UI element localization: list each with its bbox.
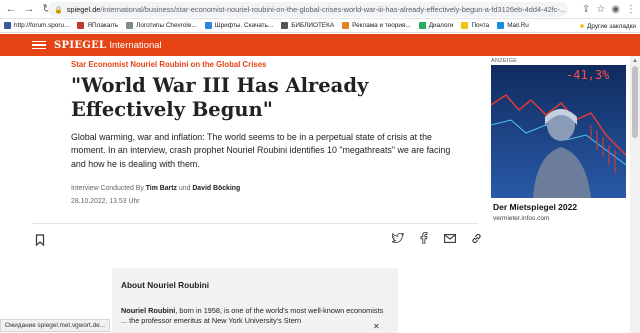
article-lede: Global warming, war and inflation: The w… — [71, 132, 451, 169]
other-bookmarks[interactable]: ■ Другие закладки — [580, 19, 636, 32]
bookmark-favicon-icon — [418, 22, 426, 29]
byline-prefix: Interview Conducted By — [71, 185, 144, 192]
bookmark-label: Шрифты. Скачать... — [214, 22, 274, 29]
site-logo[interactable]: SPIEGEL — [54, 40, 106, 51]
author-link[interactable]: David Böcking — [192, 185, 240, 192]
bookmark-favicon-icon — [342, 22, 350, 29]
byline: Interview Conducted By Tim Bartz und Dav… — [71, 185, 240, 192]
ad-source[interactable]: vermieter.infos.com — [493, 215, 549, 222]
twitter-icon[interactable] — [392, 232, 404, 244]
bookmark-label: Mail.Ru — [507, 22, 529, 29]
ad-sidebar[interactable]: ANZEIGE -41,3% Der Mietspiegel 2022 verm… — [488, 56, 628, 333]
bookmark-label: Диалоги — [428, 22, 454, 29]
bookmark-favicon-icon — [126, 22, 134, 29]
bookmark-favicon-icon — [77, 22, 85, 29]
bookmark-item[interactable]: Mail.Ru — [497, 22, 529, 29]
bookmark-favicon-icon — [4, 22, 11, 29]
menu-dots-icon[interactable]: ⋮ — [626, 4, 636, 15]
about-title: About Nouriel Roubini — [121, 280, 210, 290]
bookmark-label: Почта — [471, 22, 490, 29]
forward-arrow-icon[interactable]: → — [22, 2, 36, 16]
scrollbar[interactable]: ▲ — [630, 56, 640, 333]
address-bar[interactable]: 🔒 spiegel.de/international/business/star… — [48, 2, 568, 17]
publish-date: 28.10.2022, 13.53 Uhr — [71, 198, 140, 205]
star-icon[interactable]: ☆ — [596, 4, 605, 15]
bookmark-icon[interactable] — [35, 233, 45, 247]
scroll-up-arrow-icon[interactable]: ▲ — [632, 58, 638, 64]
share-buttons — [392, 232, 482, 244]
ad-label: ANZEIGE — [491, 58, 518, 64]
byline-and: und — [178, 185, 191, 192]
bookmark-favicon-icon — [461, 22, 469, 29]
bookmark-item[interactable]: http://forum.sporu... — [4, 22, 69, 29]
scrollbar-thumb[interactable] — [632, 66, 638, 138]
facebook-icon[interactable] — [418, 232, 430, 244]
bookmark-favicon-icon — [281, 22, 289, 29]
bookmark-item[interactable]: Почта — [461, 22, 489, 29]
bookmark-label: Реклама и теория... — [352, 22, 411, 29]
share-icon[interactable]: ⇪ — [582, 4, 590, 15]
close-icon[interactable]: ✕ — [373, 322, 380, 331]
about-name: Nouriel Roubini — [121, 306, 176, 315]
bookmark-favicon-icon — [497, 22, 505, 29]
email-icon[interactable] — [444, 232, 456, 244]
article-kicker: Star Economist Nouriel Roubini on the Gl… — [71, 60, 267, 69]
bookmark-item[interactable]: Диалоги — [418, 22, 454, 29]
ad-image[interactable] — [491, 65, 626, 198]
site-header: SPIEGEL International — [0, 34, 640, 56]
article-headline: "World War III Has Already Effectively B… — [71, 74, 369, 121]
browser-toolbar: ← → ↻ 🔒 spiegel.de/international/busines… — [0, 0, 640, 19]
about-box: About Nouriel Roubini Nouriel Roubini, b… — [112, 268, 398, 333]
about-text: Nouriel Roubini, born in 1958, is one of… — [121, 306, 389, 326]
back-arrow-icon[interactable]: ← — [4, 2, 18, 16]
bookmark-favicon-icon — [204, 22, 212, 29]
bookmark-item[interactable]: Логотипы Chevrole... — [126, 22, 197, 29]
bookmark-item[interactable]: ЯПлакалъ — [77, 22, 118, 29]
bookmark-item[interactable]: Реклама и теория... — [342, 22, 411, 29]
bookmarks-bar: http://forum.sporu... ЯПлакалъ Логотипы … — [0, 19, 640, 33]
author-link[interactable]: Tim Bartz — [146, 185, 177, 192]
lock-icon: 🔒 — [54, 6, 63, 14]
section-name[interactable]: International — [109, 40, 161, 51]
bookmark-item[interactable]: Шрифты. Скачать... — [204, 22, 274, 29]
folder-icon: ■ — [580, 22, 585, 30]
bookmark-label: ЯПлакалъ — [87, 22, 119, 29]
url-domain: spiegel.de — [66, 5, 101, 14]
link-icon[interactable] — [470, 232, 482, 244]
url-path: /international/business/star-economist-n… — [100, 5, 567, 14]
bookmark-label: http://forum.sporu... — [14, 22, 70, 29]
hamburger-menu-icon[interactable] — [32, 40, 46, 50]
other-bookmarks-label: Другие закладки — [587, 22, 636, 30]
divider — [32, 223, 478, 224]
ad-title[interactable]: Der Mietspiegel 2022 — [493, 202, 577, 212]
bookmark-item[interactable]: БИБЛИОТЕКА — [281, 22, 334, 29]
browser-actions: ⇪ ☆ ◉ ⋮ — [582, 2, 636, 17]
article: Star Economist Nouriel Roubini on the Gl… — [32, 56, 481, 333]
profile-icon[interactable]: ◉ — [611, 4, 620, 15]
bookmark-label: Логотипы Chevrole... — [136, 22, 197, 29]
status-bar: Ожидание spiegel.met.vgwort.de... — [0, 319, 111, 332]
bookmark-label: БИБЛИОТЕКА — [291, 22, 335, 29]
ad-percent: -41,3% — [566, 68, 610, 82]
